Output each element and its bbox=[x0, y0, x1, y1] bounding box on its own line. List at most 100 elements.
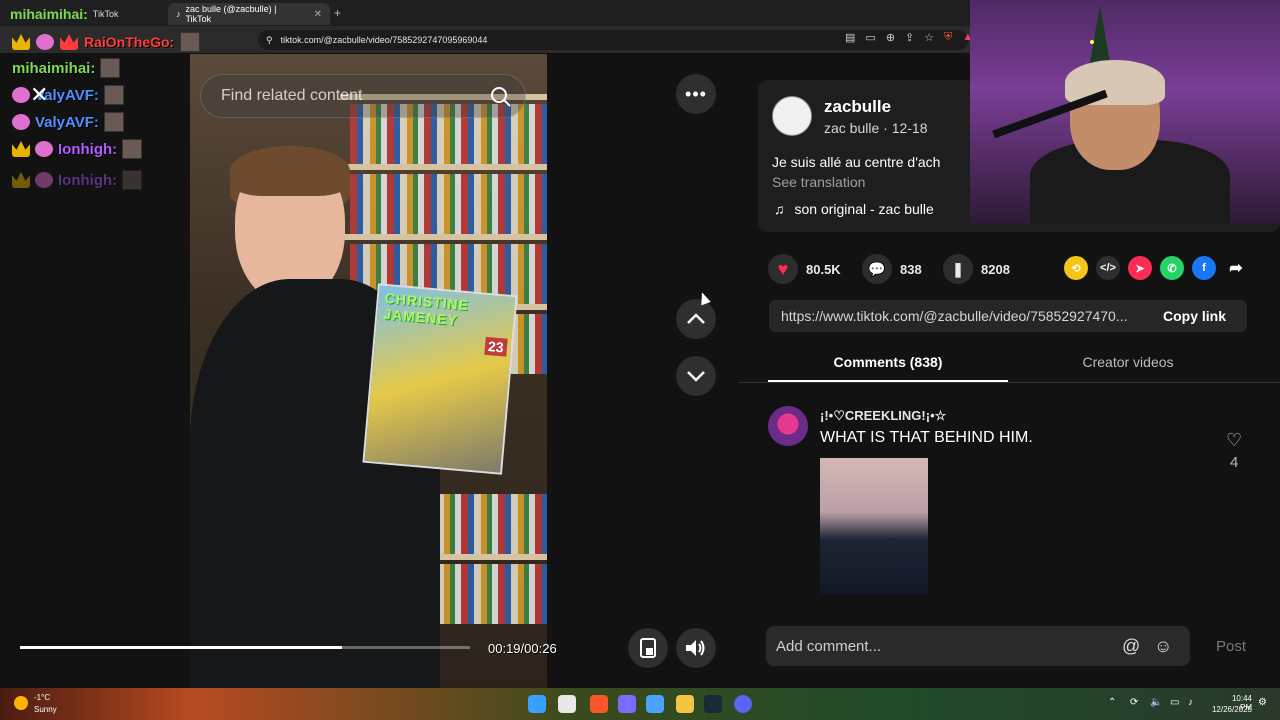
volume-button[interactable] bbox=[676, 628, 716, 668]
progress-bar[interactable] bbox=[20, 646, 470, 649]
zoom-icon[interactable]: ⊕ bbox=[886, 31, 895, 44]
discord-icon[interactable] bbox=[734, 695, 752, 713]
crown-icon bbox=[12, 34, 30, 50]
more-options-button[interactable]: ••• bbox=[676, 74, 716, 114]
notification-icon[interactable]: ⚙ bbox=[1258, 697, 1267, 708]
emoji-icon[interactable]: ☺ bbox=[1154, 636, 1172, 657]
chevron-up-icon[interactable]: ⌃ bbox=[1108, 697, 1116, 708]
tab-zacbulle[interactable]: ♪ zac bulle (@zacbulle) | TikTok ✕ bbox=[168, 3, 330, 25]
screen-icon[interactable]: ▭ bbox=[865, 31, 875, 44]
tab-comments[interactable]: Comments (838) bbox=[768, 354, 1008, 370]
chat-username: RaiOnTheGo: bbox=[84, 34, 175, 50]
picture-in-picture-button[interactable] bbox=[628, 628, 668, 668]
sub-badge-icon bbox=[36, 34, 54, 50]
search-placeholder: Find related content bbox=[221, 87, 363, 104]
reader-icon[interactable]: ▤ bbox=[845, 31, 855, 44]
like-count: 80.5K bbox=[806, 261, 841, 277]
clock-date: 12/26/2025 bbox=[1211, 705, 1252, 714]
author-subtitle: zac bulle · 12-18 bbox=[824, 120, 928, 136]
mention-icon[interactable]: @ bbox=[1122, 636, 1140, 657]
taskbar bbox=[0, 688, 1280, 720]
webcam-overlay bbox=[970, 0, 1280, 224]
close-tab-icon[interactable]: ✕ bbox=[314, 9, 322, 20]
brave-icon[interactable] bbox=[590, 695, 608, 713]
new-tab-button[interactable]: + bbox=[334, 6, 341, 20]
video-player[interactable]: CHRISTINE JAMENEY 23 bbox=[190, 54, 547, 688]
author-avatar[interactable] bbox=[772, 96, 812, 136]
speaker-tray-icon[interactable]: ♪ bbox=[1188, 697, 1193, 708]
comment-username[interactable]: ¡!•♡CREEKLING!¡•☆ bbox=[820, 408, 946, 424]
display-icon[interactable]: ▭ bbox=[1170, 697, 1179, 708]
emote-icon bbox=[103, 85, 124, 105]
weather-sun-icon[interactable] bbox=[14, 696, 28, 710]
see-translation-link[interactable]: See translation bbox=[772, 174, 865, 190]
emote-icon bbox=[122, 170, 143, 190]
sub-badge-icon bbox=[35, 141, 53, 157]
search-icon[interactable] bbox=[490, 86, 512, 108]
share-arrow-icon[interactable]: ➦ bbox=[1224, 256, 1248, 280]
sub-badge-icon bbox=[35, 172, 53, 188]
author-name[interactable]: zacbulle bbox=[824, 97, 891, 117]
steam-icon[interactable] bbox=[704, 695, 722, 713]
emote-icon bbox=[122, 139, 143, 159]
comment-placeholder: Add comment... bbox=[776, 637, 882, 655]
comment-image[interactable] bbox=[820, 458, 928, 594]
chat-line: mihaimihai: bbox=[12, 58, 121, 78]
app-icon[interactable] bbox=[646, 695, 664, 713]
like-button[interactable]: ♥ 80.5K bbox=[768, 254, 841, 284]
start-icon[interactable] bbox=[528, 695, 546, 713]
post-button[interactable]: Post bbox=[1216, 638, 1246, 655]
tab-tiktok[interactable]: mihaimihai: TikTok bbox=[2, 3, 126, 25]
heart-icon: ♥ bbox=[768, 254, 798, 284]
site-settings-icon[interactable]: ⚲ bbox=[266, 35, 273, 46]
url-text: tiktok.com/@zacbulle/video/7585292747095… bbox=[280, 35, 488, 45]
comment-heart-icon[interactable]: ♡ bbox=[1226, 430, 1242, 451]
comic-book: CHRISTINE JAMENEY 23 bbox=[362, 283, 518, 475]
task-view-icon[interactable] bbox=[558, 695, 576, 713]
chat-line-2: RaiOnTheGo: bbox=[12, 32, 201, 52]
tiktok-icon: ♪ bbox=[176, 9, 181, 19]
badge-icon bbox=[60, 34, 78, 50]
sub-badge-icon bbox=[12, 114, 30, 130]
comment-avatar[interactable] bbox=[768, 406, 808, 446]
emote-icon bbox=[180, 32, 201, 52]
comment-button[interactable]: 💬 838 bbox=[862, 254, 922, 284]
video-link[interactable]: https://www.tiktok.com/@zacbulle/video/7… bbox=[769, 308, 1149, 324]
music-note-icon: ♫ bbox=[774, 201, 785, 217]
save-button[interactable]: ❚ 8208 bbox=[943, 254, 1010, 284]
next-video-button[interactable] bbox=[676, 356, 716, 396]
send-icon[interactable]: ➤ bbox=[1128, 256, 1152, 280]
comment-icon: 💬 bbox=[862, 254, 892, 284]
facebook-icon[interactable]: f bbox=[1192, 256, 1216, 280]
tab-creator-videos[interactable]: Creator videos bbox=[1008, 354, 1248, 370]
sound-link[interactable]: ♫ son original - zac bulle bbox=[774, 201, 934, 217]
crown-icon bbox=[12, 172, 30, 188]
comic-title: CHRISTINE JAMENEY bbox=[382, 289, 470, 329]
repost-icon[interactable]: ⟲ bbox=[1064, 256, 1088, 280]
comment-like-count: 4 bbox=[1230, 454, 1239, 471]
previous-video-button[interactable] bbox=[676, 299, 716, 339]
tab-divider bbox=[738, 382, 1280, 383]
file-explorer-icon[interactable] bbox=[676, 695, 694, 713]
tab-label: zac bulle (@zacbulle) | TikTok bbox=[185, 4, 277, 24]
volume-icon[interactable]: 🔈 bbox=[1150, 697, 1162, 708]
chat-line: Ionhigh: bbox=[12, 170, 143, 190]
chat-line: Ionhigh: bbox=[12, 139, 143, 159]
timecode: 00:19/00:26 bbox=[488, 641, 557, 656]
share-icon[interactable]: ⇪ bbox=[905, 31, 914, 44]
save-count: 8208 bbox=[981, 261, 1010, 277]
bookmark-icon: ❚ bbox=[943, 254, 973, 284]
search-input[interactable]: Find related content bbox=[200, 74, 526, 118]
chevron-up-icon bbox=[687, 313, 705, 324]
brave-shield-icon[interactable]: ⛨ bbox=[944, 31, 952, 44]
bookmark-icon[interactable]: ☆ bbox=[924, 31, 934, 44]
crown-icon bbox=[12, 141, 30, 157]
embed-icon[interactable]: </> bbox=[1096, 256, 1120, 280]
chat-overlay-header: mihaimihai: bbox=[10, 6, 88, 22]
whatsapp-icon[interactable]: ✆ bbox=[1160, 256, 1184, 280]
copy-link-button[interactable]: Copy link bbox=[1163, 308, 1226, 324]
close-icon[interactable]: ✕ bbox=[30, 82, 48, 108]
chat-username: Ionhigh: bbox=[58, 171, 118, 189]
app-icon[interactable] bbox=[618, 695, 636, 713]
network-icon[interactable]: ⟳ bbox=[1130, 697, 1138, 708]
